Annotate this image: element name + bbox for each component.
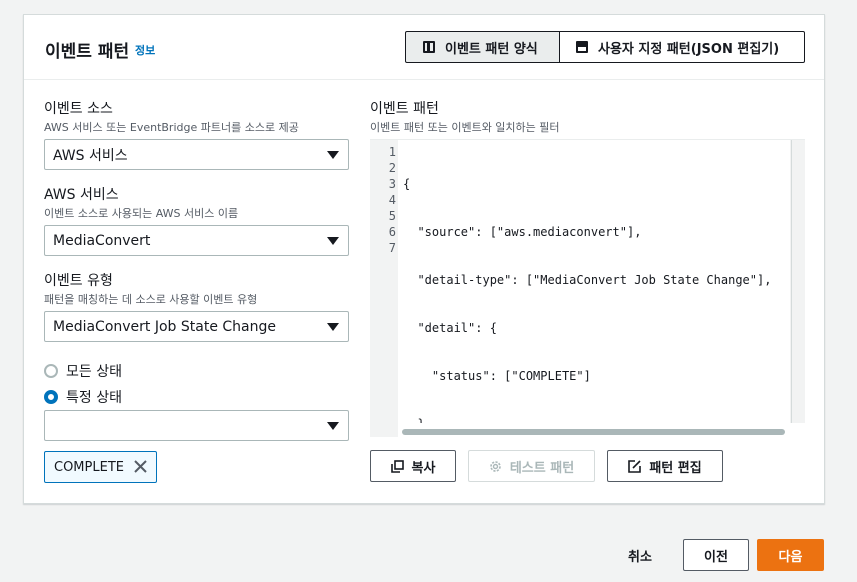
copy-button-label: 복사 <box>411 460 436 476</box>
caret-down-icon <box>327 151 339 159</box>
aws-service-label: AWS 서비스 <box>44 187 119 203</box>
code-line: "source": ["aws.mediaconvert"], <box>403 225 642 239</box>
caret-down-icon <box>327 422 339 430</box>
line-number: 2 <box>388 161 396 175</box>
event-source-select[interactable]: AWS 서비스 <box>44 139 349 170</box>
copy-icon <box>390 459 404 473</box>
event-pattern-code-viewer: 1 2 3 4 5 6 7 { "source": ["aws.mediacon… <box>370 139 805 479</box>
code-line: "detail": { <box>403 321 497 335</box>
panel-header: 이벤트 패턴 정보 이벤트 패턴 양식 사용자 지정 패턴(JSON 편집기) <box>24 15 824 80</box>
event-pattern-panel: 이벤트 패턴 정보 이벤트 패턴 양식 사용자 지정 패턴(JSON 편집기) … <box>23 14 825 504</box>
panel-title: 이벤트 패턴 <box>45 42 130 62</box>
event-source-value: AWS 서비스 <box>53 147 128 164</box>
specific-state-select[interactable] <box>44 410 349 441</box>
radio-button-checked-icon <box>44 390 58 404</box>
event-source-description: AWS 서비스 또는 EventBridge 파트너를 소스로 제공 <box>44 121 299 134</box>
line-number: 1 <box>388 145 396 159</box>
code-content: { "source": ["aws.mediaconvert"], "detai… <box>398 140 790 479</box>
event-type-label: 이벤트 유형 <box>44 273 113 289</box>
radio-button-icon <box>44 364 58 378</box>
editor-layout-icon <box>576 41 588 53</box>
line-number: 4 <box>388 193 396 207</box>
line-number-gutter: 1 2 3 4 5 6 7 <box>370 144 398 256</box>
event-source-label: 이벤트 소스 <box>44 101 113 117</box>
caret-down-icon <box>327 323 339 331</box>
code-line: "status": ["COMPLETE"] <box>403 369 591 383</box>
segment-pattern-form-label: 이벤트 패턴 양식 <box>445 41 538 57</box>
radio-specific-state[interactable]: 특정 상태 <box>44 387 122 407</box>
code-line: { <box>403 177 411 191</box>
horizontal-scrollbar[interactable] <box>402 429 785 435</box>
state-token: COMPLETE <box>44 451 157 483</box>
segment-pattern-form[interactable]: 이벤트 패턴 양식 <box>405 31 560 63</box>
test-pattern-button-label: 테스트 패턴 <box>509 460 575 476</box>
code-line: } <box>403 464 790 480</box>
event-type-description: 패턴을 매칭하는 데 소스로 사용할 이벤트 유형 <box>44 293 258 306</box>
radio-any-state-label: 모든 상태 <box>66 364 122 380</box>
vertical-scrollbar[interactable] <box>791 140 805 423</box>
test-pattern-button[interactable]: 테스트 패턴 <box>468 450 595 482</box>
radio-any-state[interactable]: 모든 상태 <box>44 361 122 381</box>
aws-service-select[interactable]: MediaConvert <box>44 225 349 256</box>
edit-pattern-button[interactable]: 패턴 편집 <box>607 450 723 482</box>
cancel-button[interactable]: 취소 <box>628 546 652 565</box>
event-type-select[interactable]: MediaConvert Job State Change <box>44 311 349 342</box>
edit-pattern-button-label: 패턴 편집 <box>649 460 702 476</box>
aws-service-value: MediaConvert <box>53 232 151 249</box>
line-number: 6 <box>388 225 396 239</box>
next-button[interactable]: 다음 <box>757 539 824 571</box>
edit-icon <box>628 459 642 473</box>
radio-specific-state-label: 특정 상태 <box>66 390 122 406</box>
previous-button[interactable]: 이전 <box>683 539 749 571</box>
remove-token-icon[interactable] <box>133 459 148 474</box>
info-link[interactable]: 정보 <box>135 42 155 58</box>
event-pattern-label: 이벤트 패턴 <box>370 101 439 117</box>
event-pattern-description: 이벤트 패턴 또는 이벤트와 일치하는 필터 <box>370 121 560 134</box>
line-number: 5 <box>388 209 396 223</box>
state-token-label: COMPLETE <box>54 459 124 475</box>
aws-service-description: 이벤트 소스로 사용되는 AWS 서비스 이름 <box>44 207 239 220</box>
gear-icon <box>490 460 501 472</box>
line-number: 3 <box>388 177 396 191</box>
copy-button[interactable]: 복사 <box>370 450 456 482</box>
caret-down-icon <box>327 237 339 245</box>
event-type-value: MediaConvert Job State Change <box>53 318 276 335</box>
segment-custom-json-label: 사용자 지정 패턴(JSON 편집기) <box>598 41 780 57</box>
code-line: "detail-type": ["MediaConvert Job State … <box>403 273 772 287</box>
form-layout-icon <box>423 41 435 53</box>
line-number: 7 <box>388 241 396 255</box>
segment-custom-json-editor[interactable]: 사용자 지정 패턴(JSON 편집기) <box>560 31 805 63</box>
